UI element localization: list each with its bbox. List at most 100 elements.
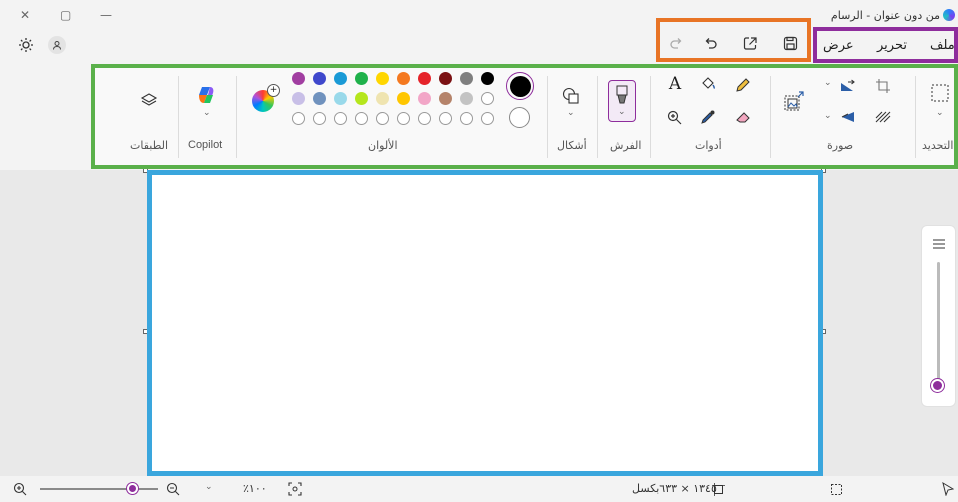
zoom-in-icon[interactable] — [12, 481, 28, 497]
stroke-thickness-icon — [933, 239, 945, 249]
close-window-button[interactable]: ✕ — [20, 8, 30, 22]
color-swatch[interactable] — [334, 72, 347, 85]
color-swatch[interactable] — [355, 92, 368, 105]
resize-image-icon[interactable] — [873, 107, 893, 127]
color-swatch[interactable] — [439, 92, 452, 105]
color-swatch[interactable] — [397, 92, 410, 105]
canvas-size-readout: ١٣٤٥ × ٦٣٣بكسل — [632, 482, 717, 495]
save-icon[interactable] — [780, 33, 800, 53]
shapes-icon[interactable] — [559, 84, 583, 108]
empty-color-slot[interactable] — [355, 112, 368, 125]
text-tool-icon[interactable]: A — [664, 73, 686, 95]
empty-color-slot[interactable] — [292, 112, 305, 125]
brush-size-panel — [921, 225, 956, 407]
menu-view[interactable]: عرض — [823, 38, 854, 53]
group-label-copilot: Copilot — [188, 139, 223, 151]
color-swatch[interactable] — [481, 92, 494, 105]
account-avatar-icon[interactable] — [48, 36, 66, 54]
zoom-slider-track[interactable] — [40, 483, 158, 494]
empty-color-slot[interactable] — [397, 112, 410, 125]
color-swatch[interactable] — [418, 92, 431, 105]
copilot-dropdown-chevron-icon[interactable]: ⌄ — [203, 108, 211, 118]
color-swatch[interactable] — [334, 92, 347, 105]
pencil-icon[interactable] — [733, 75, 753, 95]
empty-color-slot[interactable] — [334, 112, 347, 125]
empty-color-slot[interactable] — [481, 112, 494, 125]
primary-color-swatch[interactable] — [506, 72, 534, 100]
color-swatch[interactable] — [313, 92, 326, 105]
group-label-shapes: أشكال — [557, 139, 587, 152]
group-label-layers: الطبقات — [130, 139, 169, 152]
color-picker-icon[interactable] — [698, 107, 718, 127]
brushes-button[interactable]: ⌄ — [608, 80, 636, 122]
canvas-resize-handle[interactable] — [821, 329, 826, 334]
redo-icon[interactable] — [666, 33, 686, 53]
color-swatch[interactable] — [376, 92, 389, 105]
group-label-selection: التحديد — [922, 139, 954, 152]
group-label-image: صورة — [827, 139, 854, 152]
undo-icon[interactable] — [700, 33, 720, 53]
group-label-brushes: الفرش — [610, 139, 642, 152]
flip-dropdown-chevron-icon[interactable]: ⌄ — [824, 111, 832, 121]
eraser-icon[interactable] — [733, 107, 753, 127]
color-swatch[interactable] — [460, 92, 473, 105]
share-icon[interactable] — [740, 33, 760, 53]
settings-gear-icon[interactable] — [16, 35, 36, 55]
canvas-resize-handle[interactable] — [143, 329, 148, 334]
brush-size-thumb[interactable] — [931, 379, 944, 392]
secondary-color-swatch[interactable] — [509, 107, 530, 128]
canvas-resize-handle[interactable] — [143, 168, 148, 173]
ribbon-separator — [178, 76, 179, 158]
drawing-canvas[interactable] — [152, 175, 818, 471]
color-swatch[interactable] — [418, 72, 431, 85]
crop-icon[interactable] — [873, 76, 893, 96]
edit-colors-icon[interactable]: + — [252, 84, 280, 112]
shapes-dropdown-chevron-icon[interactable]: ⌄ — [567, 108, 575, 118]
color-swatch[interactable] — [292, 72, 305, 85]
canvas-resize-handle[interactable] — [821, 168, 826, 173]
flip-icon[interactable] — [838, 107, 858, 127]
empty-color-slot[interactable] — [460, 112, 473, 125]
color-swatch[interactable] — [355, 72, 368, 85]
rotate-dropdown-chevron-icon[interactable]: ⌄ — [824, 78, 832, 88]
add-color-plus-icon: + — [267, 84, 280, 97]
menu-file[interactable]: ملف — [930, 38, 955, 53]
menu-edit[interactable]: تحرير — [877, 38, 907, 53]
copilot-icon[interactable] — [195, 84, 217, 106]
selection-rectangle-icon[interactable] — [929, 82, 951, 104]
paint-logo-icon — [943, 9, 955, 21]
color-swatch[interactable] — [292, 92, 305, 105]
empty-color-slot[interactable] — [439, 112, 452, 125]
ribbon-separator — [547, 76, 548, 158]
group-label-tools: أدوات — [695, 139, 722, 152]
maximize-window-button[interactable]: ▢ — [60, 8, 71, 22]
brushes-dropdown-chevron-icon[interactable]: ⌄ — [618, 107, 626, 117]
color-swatch[interactable] — [376, 72, 389, 85]
magnifier-icon[interactable] — [664, 107, 684, 127]
color-swatch[interactable] — [481, 72, 494, 85]
ribbon-separator — [650, 76, 651, 158]
color-swatch[interactable] — [439, 72, 452, 85]
color-swatch[interactable] — [313, 72, 326, 85]
empty-color-slot[interactable] — [376, 112, 389, 125]
primary-color-fill — [509, 75, 531, 97]
fit-to-window-icon[interactable] — [287, 481, 303, 497]
zoom-level: ٪١٠٠ — [243, 482, 267, 495]
empty-color-slot[interactable] — [418, 112, 431, 125]
canvas-size-icon — [710, 481, 726, 497]
brush-size-track[interactable] — [937, 262, 940, 382]
zoom-dropdown-chevron-icon[interactable]: ⌄ — [205, 482, 213, 492]
zoom-out-icon[interactable] — [165, 481, 181, 497]
color-swatch[interactable] — [397, 72, 410, 85]
color-swatch[interactable] — [460, 72, 473, 85]
window-title: من دون عنوان - الرسام — [830, 9, 940, 22]
empty-color-slot[interactable] — [313, 112, 326, 125]
rotate-icon[interactable] — [838, 76, 858, 96]
minimize-window-button[interactable]: — — [100, 8, 112, 22]
layers-icon[interactable] — [138, 90, 160, 112]
fill-bucket-icon[interactable] — [698, 74, 718, 94]
zoom-slider-thumb[interactable] — [127, 483, 139, 494]
cursor-position-icon — [940, 481, 956, 497]
image-from-file-icon[interactable] — [781, 88, 807, 114]
selection-dropdown-chevron-icon[interactable]: ⌄ — [936, 108, 944, 118]
